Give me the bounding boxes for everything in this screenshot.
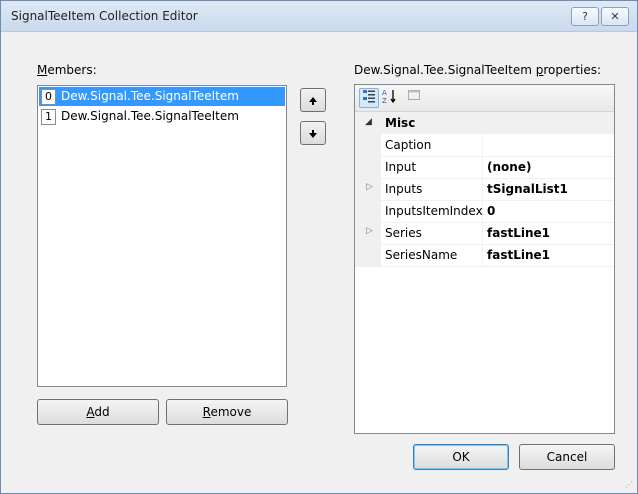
help-button[interactable]: ?	[571, 7, 599, 26]
move-up-button[interactable]	[300, 88, 326, 112]
property-pages-icon[interactable]	[405, 88, 423, 106]
members-label: Members:	[37, 63, 97, 77]
property-name: Series	[385, 226, 422, 240]
members-list[interactable]: 0 Dew.Signal.Tee.SignalTeeItem 1 Dew.Sig…	[37, 85, 287, 387]
arrow-up-icon	[309, 96, 317, 105]
property-grid-toolbar: AZ	[355, 85, 614, 112]
property-name: Input	[385, 160, 417, 174]
property-name: InputsItemIndex	[385, 204, 483, 218]
item-text: Dew.Signal.Tee.SignalTeeItem	[61, 89, 239, 103]
list-item[interactable]: 1 Dew.Signal.Tee.SignalTeeItem	[39, 107, 285, 126]
property-value[interactable]: fastLine1	[487, 226, 550, 240]
collection-editor-window: SignalTeeItem Collection Editor ? ✕ Memb…	[0, 0, 638, 494]
resize-grip-icon[interactable]: ⋰	[625, 480, 633, 489]
expand-icon[interactable]: ▷	[366, 226, 373, 236]
item-text: Dew.Signal.Tee.SignalTeeItem	[61, 109, 239, 123]
cancel-button[interactable]: Cancel	[519, 444, 615, 470]
expand-icon[interactable]: ▷	[366, 182, 373, 192]
property-row-inputs[interactable]: ▷ Inputs tSignalList1	[355, 178, 614, 201]
remove-button[interactable]: Remove	[166, 399, 288, 425]
svg-text:Z: Z	[382, 97, 387, 104]
svg-text:A: A	[382, 89, 387, 97]
property-value[interactable]: tSignalList1	[487, 182, 568, 196]
window-title: SignalTeeItem Collection Editor	[11, 9, 198, 23]
property-value[interactable]: 0	[487, 204, 495, 218]
property-name: Inputs	[385, 182, 423, 196]
move-down-button[interactable]	[300, 121, 326, 145]
ok-button[interactable]: OK	[413, 444, 509, 470]
item-index: 1	[41, 109, 56, 125]
properties-label: Dew.Signal.Tee.SignalTeeItem properties:	[354, 63, 602, 77]
property-name: Caption	[385, 138, 432, 152]
categorized-icon[interactable]	[359, 88, 379, 108]
property-row-input[interactable]: Input (none)	[355, 156, 614, 179]
list-item[interactable]: 0 Dew.Signal.Tee.SignalTeeItem	[39, 87, 285, 106]
title-bar: SignalTeeItem Collection Editor ? ✕	[1, 1, 637, 32]
property-row-caption[interactable]: Caption	[355, 134, 614, 157]
property-row-inputsitemindex[interactable]: InputsItemIndex 0	[355, 200, 614, 223]
collapse-icon[interactable]: ◢	[365, 117, 372, 127]
property-grid[interactable]: AZ ◢ Misc Caption Input (none) ▷ Inputs …	[354, 84, 615, 434]
category-misc[interactable]: ◢ Misc	[355, 112, 614, 134]
property-name: SeriesName	[385, 248, 458, 262]
arrow-down-icon	[309, 129, 317, 138]
close-button[interactable]: ✕	[601, 7, 629, 26]
item-index: 0	[41, 89, 56, 105]
property-row-series[interactable]: ▷ Series fastLine1	[355, 222, 614, 245]
property-row-seriesname[interactable]: SeriesName fastLine1	[355, 244, 614, 267]
property-value[interactable]: (none)	[487, 160, 531, 174]
property-value[interactable]: fastLine1	[487, 248, 550, 262]
add-button[interactable]: Add	[37, 399, 159, 425]
alphabetical-icon[interactable]: AZ	[381, 88, 399, 106]
